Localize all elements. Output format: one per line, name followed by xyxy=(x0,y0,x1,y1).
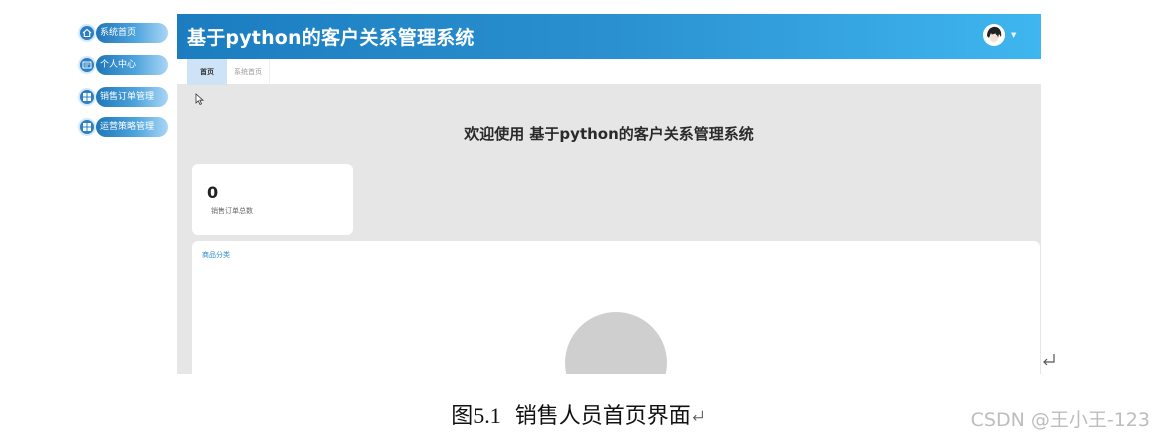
grid-icon xyxy=(78,118,96,136)
user-avatar-icon xyxy=(983,24,1005,46)
stat-label: 销售订单总数 xyxy=(211,207,253,215)
sidebar-item-personal-center[interactable]: 个人中心 xyxy=(78,54,170,76)
grid-icon xyxy=(78,88,96,106)
top-header: 基于python的客户关系管理系统 ▼ xyxy=(177,14,1041,59)
stat-card-sales-orders: 0 销售订单总数 xyxy=(192,164,353,235)
sidebar-item-operations-strategy[interactable]: 运营策略管理 xyxy=(78,116,170,138)
caption-prefix: 图 xyxy=(451,404,474,429)
main-content: 欢迎使用 基于python的客户关系管理系统 0 销售订单总数 商品分类 xyxy=(177,85,1041,374)
tab-system-home[interactable]: 系统首页 xyxy=(227,59,270,85)
welcome-heading: 欢迎使用 基于python的客户关系管理系统 xyxy=(464,125,754,143)
sidebar-item-home[interactable]: 系统首页 xyxy=(78,22,170,44)
product-category-panel: 商品分类 xyxy=(192,241,1040,374)
avatar[interactable] xyxy=(983,24,1005,46)
id-card-icon xyxy=(78,56,96,74)
paragraph-return-icon xyxy=(1043,354,1055,366)
sidebar-item-sales-orders[interactable]: 销售订单管理 xyxy=(78,86,170,108)
sidebar-item-label: 销售订单管理 xyxy=(96,87,168,107)
pie-chart xyxy=(565,312,667,374)
sidebar-item-label: 系统首页 xyxy=(96,23,168,43)
chevron-down-icon[interactable]: ▼ xyxy=(1011,31,1016,39)
home-icon xyxy=(78,24,96,42)
stat-value: 0 xyxy=(207,183,219,202)
sidebar-item-label: 个人中心 xyxy=(96,55,168,75)
watermark: CSDN @王小王-123 xyxy=(970,409,1150,431)
paragraph-return-icon xyxy=(692,410,703,421)
caption-number: 5.1 xyxy=(473,403,501,428)
app-title: 基于python的客户关系管理系统 xyxy=(187,27,475,49)
panel-title: 商品分类 xyxy=(202,251,230,259)
tab-home[interactable]: 首页 xyxy=(187,59,227,85)
caption-text: 销售人员首页界面 xyxy=(514,404,691,429)
sidebar-item-label: 运营策略管理 xyxy=(96,117,168,137)
tab-bar: 首页 系统首页 xyxy=(177,59,1041,85)
mouse-cursor-icon xyxy=(195,93,205,106)
